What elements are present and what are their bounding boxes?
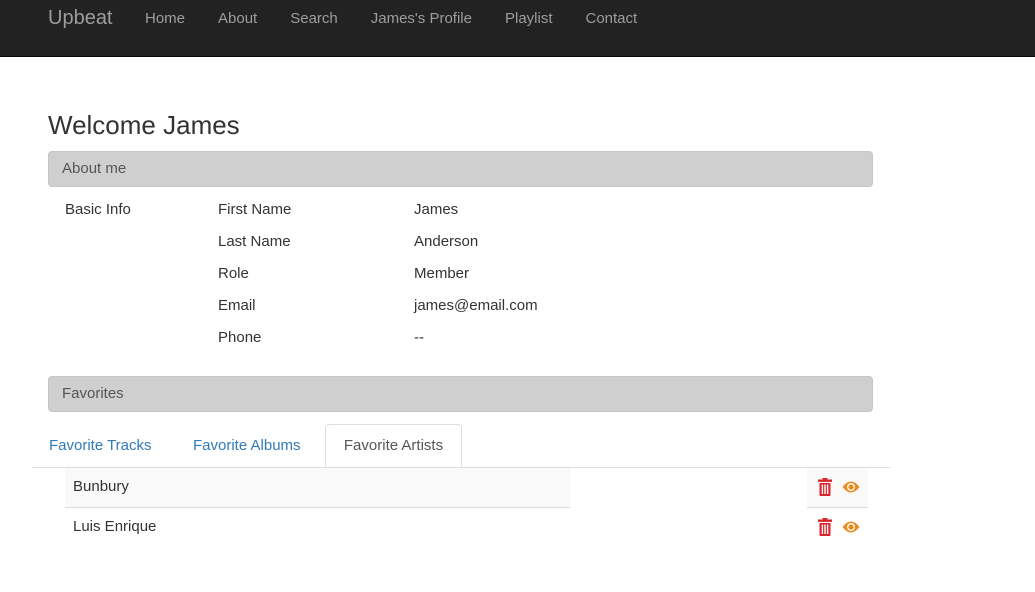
nav-link-home[interactable]: Home — [145, 10, 185, 28]
about-me-heading: About me — [48, 151, 873, 187]
tab-favorite-albums[interactable]: Favorite Albums — [193, 424, 301, 468]
trash-icon[interactable] — [818, 478, 832, 496]
nav-link-playlist[interactable]: Playlist — [505, 10, 553, 28]
artist-actions — [807, 467, 868, 507]
artist-name: Luis Enrique — [65, 507, 570, 547]
artist-actions — [807, 507, 868, 547]
field-label: Email — [218, 297, 256, 314]
nav-link-profile[interactable]: James's Profile — [371, 10, 472, 28]
tab-favorite-tracks[interactable]: Favorite Tracks — [49, 424, 152, 468]
top-navbar: Upbeat Home About Search James's Profile… — [0, 0, 1035, 57]
field-label: Last Name — [218, 233, 291, 250]
brand-logo[interactable]: Upbeat — [48, 7, 113, 30]
field-label: Role — [218, 265, 249, 282]
field-label: First Name — [218, 201, 292, 218]
basic-info-label: Basic Info — [65, 201, 131, 218]
nav-link-about[interactable]: About — [218, 10, 257, 28]
nav-link-contact[interactable]: Contact — [586, 10, 638, 28]
tab-favorite-artists[interactable]: Favorite Artists — [325, 424, 462, 468]
field-label: Phone — [218, 329, 262, 346]
eye-icon[interactable] — [842, 480, 860, 494]
page-title: Welcome James — [48, 110, 240, 140]
artist-row: Bunbury — [65, 467, 868, 507]
field-value: -- — [414, 329, 424, 346]
nav-link-search[interactable]: Search — [290, 10, 338, 28]
artist-name: Bunbury — [65, 467, 570, 507]
favorites-heading: Favorites — [48, 376, 873, 412]
field-value: James — [414, 201, 459, 218]
trash-icon[interactable] — [818, 518, 832, 536]
favorites-tabs: Favorite Tracks Favorite Albums Favorite… — [32, 424, 890, 468]
field-value: Anderson — [414, 233, 479, 250]
artist-row: Luis Enrique — [65, 507, 868, 547]
eye-icon[interactable] — [842, 520, 860, 534]
field-value: Member — [414, 265, 470, 282]
nav-links: Home About Search James's Profile Playli… — [145, 10, 670, 28]
field-value: james@email.com — [414, 297, 538, 314]
